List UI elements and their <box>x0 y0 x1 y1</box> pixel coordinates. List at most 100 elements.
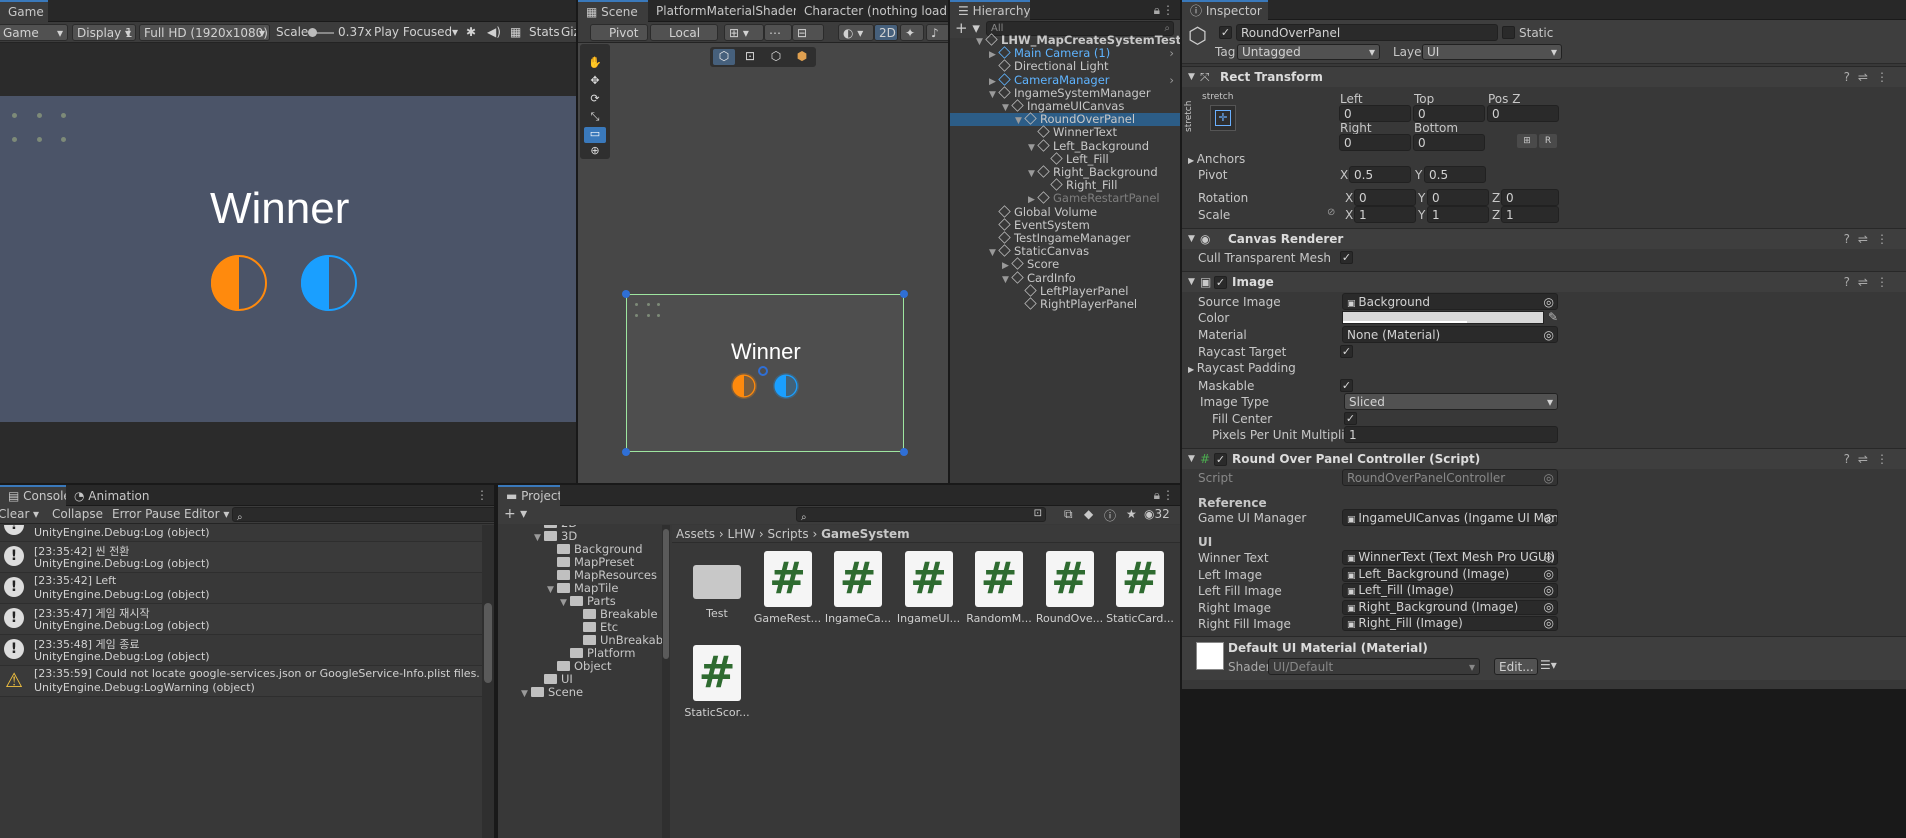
script-asset[interactable]: # IngameCa... <box>823 551 893 625</box>
create-asset-button[interactable]: + ▾ <box>504 506 527 522</box>
breadcrumb-gamesystem[interactable]: GameSystem <box>821 527 910 541</box>
script-object-field[interactable]: ▣ Left_Background (Image) ◎ <box>1342 566 1558 582</box>
align-button[interactable]: ⊟ <box>792 24 824 41</box>
audio-button[interactable]: ♪ <box>926 24 948 41</box>
script-asset[interactable]: # RandomM... <box>964 551 1034 625</box>
posz-field[interactable]: 0 <box>1487 105 1559 122</box>
tab-character[interactable]: Character (nothing load <box>796 0 948 22</box>
breadcrumb-assets[interactable]: Assets <box>676 527 715 541</box>
box-view-icon[interactable]: ⬡ <box>765 49 787 65</box>
script-header[interactable]: ▼ # ✓ Round Over Panel Controller (Scrip… <box>1182 448 1906 469</box>
collapse-button[interactable]: Collapse <box>52 507 103 521</box>
maskable-checkbox[interactable]: ✓ <box>1340 379 1353 392</box>
eyedropper-icon[interactable]: ✎ <box>1548 310 1558 324</box>
hierarchy-item[interactable]: ▼ StaticCanvas <box>950 244 1180 258</box>
bottom-field[interactable]: 0 <box>1413 134 1485 151</box>
more-menu-icon[interactable]: ⋮ <box>1162 488 1174 502</box>
hierarchy-item[interactable]: Right_Fill <box>950 178 1180 192</box>
clear-options-icon[interactable]: ▾ <box>33 507 39 521</box>
tab-game[interactable]: Game <box>0 0 48 22</box>
blueprint-mode-button[interactable]: ⊞ <box>1517 134 1537 148</box>
lock-icon[interactable]: 🔒︎ <box>1154 488 1160 503</box>
object-picker-icon[interactable]: ◎ <box>1544 584 1554 597</box>
edit-shader-button[interactable]: Edit... <box>1494 658 1538 675</box>
editor-dropdown[interactable]: Editor ▾ <box>184 507 229 521</box>
hierarchy-item[interactable]: ▼ RoundOverPanel <box>950 112 1180 127</box>
scale-slider[interactable] <box>308 24 334 41</box>
hierarchy-item[interactable]: ▼ Left_Background <box>950 138 1180 153</box>
source-image-field[interactable]: ▣ Background ◎ <box>1342 293 1558 310</box>
console-log-entry[interactable]: ! [23:35:42] Left UnityEngine.Debug:Log (o… <box>0 573 482 604</box>
corner-handle-tl[interactable] <box>622 290 630 298</box>
console-scrollbar[interactable] <box>482 525 494 838</box>
console-search-input[interactable]: ⌕ <box>232 507 494 522</box>
console-log-entry[interactable]: ⚠ [23:35:59] Could not locate google-serv… <box>0 666 482 697</box>
hierarchy-item[interactable]: ▶ CameraManager › <box>950 72 1180 87</box>
scene-canvas[interactable]: ✋ ✥ ⟳ ⤡ ▭ ⊕ ⬡ ⊡ ⬡ ⬢ Winner <box>578 44 948 483</box>
layer-dropdown[interactable]: UI ▾ <box>1422 44 1562 60</box>
expand-arrow-icon[interactable]: ▼ <box>521 688 531 701</box>
script-asset[interactable]: # StaticScor... <box>682 645 752 719</box>
play-mode-dropdown[interactable]: Play Focused ▾ <box>370 24 460 41</box>
pivot-handle[interactable] <box>758 366 768 376</box>
script-enabled-checkbox[interactable]: ✓ <box>1214 453 1227 466</box>
hierarchy-item[interactable]: Global Volume <box>950 204 1180 219</box>
hierarchy-item[interactable]: TestIngameManager <box>950 231 1180 245</box>
project-search-input[interactable]: ⌕ ⊡ <box>796 507 1046 522</box>
script-asset[interactable]: # StaticCard... <box>1105 551 1175 625</box>
object-picker-icon[interactable]: ◎ <box>1544 327 1554 342</box>
tab-animation[interactable]: ◔ Animation <box>66 485 156 507</box>
game-ui-manager-field[interactable]: ▣ IngameUICanvas (Ingame UI Manager)◎ <box>1342 509 1558 526</box>
console-log-entry[interactable]: ! [23:35:48] 게임 종료 UnityEngine.Debug:Log (… <box>0 635 482 666</box>
script-object-field[interactable]: ▣ Right_Background (Image) ◎ <box>1342 599 1558 615</box>
rect-view-icon[interactable]: ⊡ <box>739 49 761 65</box>
chevron-right-icon[interactable]: › <box>1169 73 1174 87</box>
material-field[interactable]: None (Material) ◎ <box>1342 326 1558 343</box>
console-log-entry[interactable]: ! [23:35:42] 씬 전환 UnityEngine.Debug:Log (o… <box>0 542 482 573</box>
resolution-dropdown[interactable]: Full HD (1920x1080) ▾ <box>139 24 270 41</box>
hierarchy-item[interactable]: RightPlayerPanel <box>950 297 1180 311</box>
fill-center-checkbox[interactable]: ✓ <box>1344 412 1357 425</box>
tab-inspector[interactable]: ⓘ Inspector <box>1182 0 1268 20</box>
pivot-dropdown[interactable]: Pivot <box>590 24 648 41</box>
display-dropdown[interactable]: Display 1 ▾ <box>72 24 136 41</box>
hierarchy-item[interactable]: ▼ IngameUICanvas <box>950 99 1180 113</box>
hierarchy-item[interactable]: Directional Light <box>950 59 1180 73</box>
stats-button[interactable]: Stats <box>529 24 560 41</box>
tab-shader[interactable]: PlatformMaterialShader (n... <box>648 0 796 22</box>
corner-handle-br[interactable] <box>900 448 908 456</box>
grid-icon[interactable]: ▦ <box>510 24 521 41</box>
object-picker-icon[interactable]: ◎ <box>1544 568 1554 581</box>
scale-y-field[interactable]: 1 <box>1427 206 1489 223</box>
increment-snap-button[interactable]: ⋯ <box>764 24 792 41</box>
search-filter-icon[interactable]: ⊡ <box>1034 508 1042 520</box>
console-log-entry[interactable]: ![23:35:36] LeftUnityEngine.Debug:Log (o… <box>0 525 482 542</box>
hierarchy-item[interactable]: EventSystem <box>950 218 1180 232</box>
rotation-z-field[interactable]: 0 <box>1501 189 1559 206</box>
game-canvas[interactable]: Winner <box>0 96 576 422</box>
left-field[interactable]: 0 <box>1339 105 1411 122</box>
more-menu-icon[interactable]: ⋮ <box>1162 3 1174 17</box>
more-menu-icon[interactable]: ⋮ <box>476 488 488 502</box>
active-checkbox[interactable]: ✓ <box>1219 26 1232 39</box>
anchors-foldout[interactable]: ▶ Anchors <box>1188 152 1245 166</box>
script-asset[interactable]: # IngameUI... <box>894 551 964 625</box>
script-object-field[interactable]: ▣ WinnerText (Text Mesh Pro UGUI) ◎ <box>1342 550 1558 565</box>
chevron-right-icon[interactable]: › <box>1169 47 1174 60</box>
project-tree-item[interactable]: UnBreakable <box>498 634 662 647</box>
move-tool-icon[interactable]: ✥ <box>585 74 605 88</box>
scrollbar-thumb[interactable] <box>484 603 492 683</box>
project-tree-item[interactable]: Breakable <box>498 608 662 621</box>
scale-tool-icon[interactable]: ⤡ <box>585 110 605 124</box>
script-asset[interactable]: # RoundOve... <box>1035 551 1105 625</box>
hierarchy-item[interactable]: ▼ Right_Background <box>950 165 1180 179</box>
lighting-button[interactable]: ✦ <box>900 24 924 41</box>
breadcrumb-scripts[interactable]: Scripts <box>768 527 809 541</box>
grid-snap-button[interactable]: ⊞ ▾ <box>724 24 764 41</box>
project-tree-item[interactable]: ▼ Scene <box>498 686 662 701</box>
image-type-dropdown[interactable]: Sliced ▾ <box>1344 393 1558 410</box>
breadcrumb-lhw[interactable]: LHW <box>728 527 756 541</box>
lock-icon[interactable]: 🔒︎ <box>1154 3 1160 18</box>
corner-handle-tr[interactable] <box>900 290 908 298</box>
pivot-x-field[interactable]: 0.5 <box>1349 166 1411 183</box>
